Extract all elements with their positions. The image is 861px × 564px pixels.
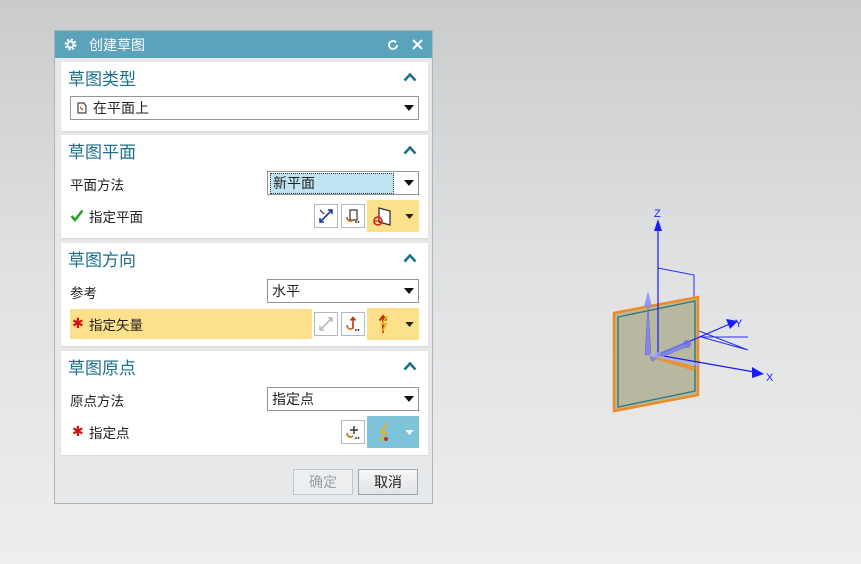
chevron-down-icon[interactable] xyxy=(399,200,419,232)
chevron-down-icon xyxy=(400,396,418,402)
origin-method-label: 原点方法 xyxy=(70,394,124,409)
plane-swap-button[interactable] xyxy=(314,204,338,228)
collapse-chevron-icon[interactable] xyxy=(402,252,418,264)
plane-selection-icon xyxy=(367,200,399,232)
reference-row: 参考 水平 xyxy=(61,277,428,307)
specify-vector-label[interactable]: 指定矢量 xyxy=(89,314,143,334)
close-icon[interactable] xyxy=(408,36,426,54)
z-axis-label: Z xyxy=(654,208,661,220)
required-asterisk-icon: ✱ xyxy=(72,315,84,331)
chevron-down-icon xyxy=(400,105,418,111)
collapse-chevron-icon[interactable] xyxy=(402,360,418,372)
section-header[interactable]: 草图方向 xyxy=(61,243,428,273)
swap-arrows-icon xyxy=(319,209,333,223)
section-header[interactable]: 草图类型 xyxy=(61,62,428,92)
point-dialog-icon xyxy=(346,426,360,439)
plane-dialog-button[interactable] xyxy=(341,204,365,228)
origin-method-row: 原点方法 指定点 xyxy=(61,385,428,415)
cancel-button[interactable]: 取消 xyxy=(358,469,418,495)
section-title: 草图原点 xyxy=(68,358,136,378)
vector-selection-icon xyxy=(367,308,399,340)
plane-dialog-icon xyxy=(346,209,360,223)
vector-dialog-icon xyxy=(346,316,360,331)
plane-sketch-icon xyxy=(75,101,91,115)
plane-method-label: 平面方法 xyxy=(70,178,124,193)
point-dialog-button[interactable] xyxy=(341,420,365,444)
sketch-type-value: 在平面上 xyxy=(93,100,149,116)
section-header[interactable]: 草图原点 xyxy=(61,351,428,381)
y-axis-label: Y xyxy=(735,318,743,330)
create-sketch-dialog: 创建草图 草图类型 在平面上 草图平面 平面方法 新平面 指定平面 草图方向 参… xyxy=(54,30,433,504)
gear-icon[interactable] xyxy=(63,37,79,53)
dialog-title: 创建草图 xyxy=(89,36,145,53)
reference-select[interactable]: 水平 xyxy=(267,279,419,303)
origin-method-select[interactable]: 指定点 xyxy=(267,387,419,411)
collapse-chevron-icon[interactable] xyxy=(402,144,418,156)
chevron-down-icon xyxy=(400,288,418,294)
section-sketch-type: 草图类型 在平面上 xyxy=(61,62,428,131)
vector-dialog-button[interactable] xyxy=(341,312,365,336)
section-sketch-origin: 草图原点 原点方法 指定点 ✱ 指定点 xyxy=(61,351,428,455)
sketch-type-select[interactable]: 在平面上 xyxy=(70,96,419,120)
point-selection-icon xyxy=(367,416,399,448)
vector-reverse-button xyxy=(314,312,338,336)
dialog-titlebar: 创建草图 xyxy=(55,31,432,58)
reference-value: 水平 xyxy=(272,283,300,299)
section-title: 草图类型 xyxy=(68,69,136,89)
reset-icon[interactable] xyxy=(384,36,402,54)
origin-method-value: 指定点 xyxy=(272,391,314,407)
point-selector-button[interactable] xyxy=(367,416,419,448)
section-title: 草图平面 xyxy=(68,142,136,162)
collapse-chevron-icon[interactable] xyxy=(402,71,418,83)
section-sketch-plane: 草图平面 平面方法 新平面 指定平面 xyxy=(61,135,428,238)
reverse-direction-icon xyxy=(319,317,333,331)
ok-button[interactable]: 确定 xyxy=(293,469,353,495)
section-header[interactable]: 草图平面 xyxy=(61,135,428,165)
specify-point-row: ✱ 指定点 xyxy=(61,416,428,448)
specify-plane-row: 指定平面 xyxy=(61,200,428,232)
checkmark-icon xyxy=(70,209,84,225)
vector-selector-button[interactable] xyxy=(367,308,419,340)
plane-method-select[interactable]: 新平面 xyxy=(267,171,419,195)
reference-label: 参考 xyxy=(70,286,97,301)
x-axis-arrow-icon xyxy=(752,367,764,378)
required-asterisk-icon: ✱ xyxy=(72,423,84,439)
plane-method-row: 平面方法 新平面 xyxy=(61,169,428,199)
specify-vector-row: ✱ 指定矢量 xyxy=(61,308,428,340)
chevron-down-icon[interactable] xyxy=(399,308,419,340)
chevron-down-icon[interactable] xyxy=(399,416,419,448)
z-axis-arrow-icon xyxy=(654,219,662,231)
chevron-down-icon xyxy=(400,180,418,186)
section-sketch-orientation: 草图方向 参考 水平 ✱ 指定矢量 xyxy=(61,243,428,346)
x-axis-label: X xyxy=(766,372,774,384)
specify-point-label: 指定点 xyxy=(89,426,130,441)
plane-selector-button[interactable] xyxy=(367,200,419,232)
viewport-sketch-preview[interactable]: Z Y X xyxy=(600,205,790,425)
section-title: 草图方向 xyxy=(68,250,136,270)
plane-method-value: 新平面 xyxy=(270,172,394,194)
specify-plane-label: 指定平面 xyxy=(89,210,143,225)
